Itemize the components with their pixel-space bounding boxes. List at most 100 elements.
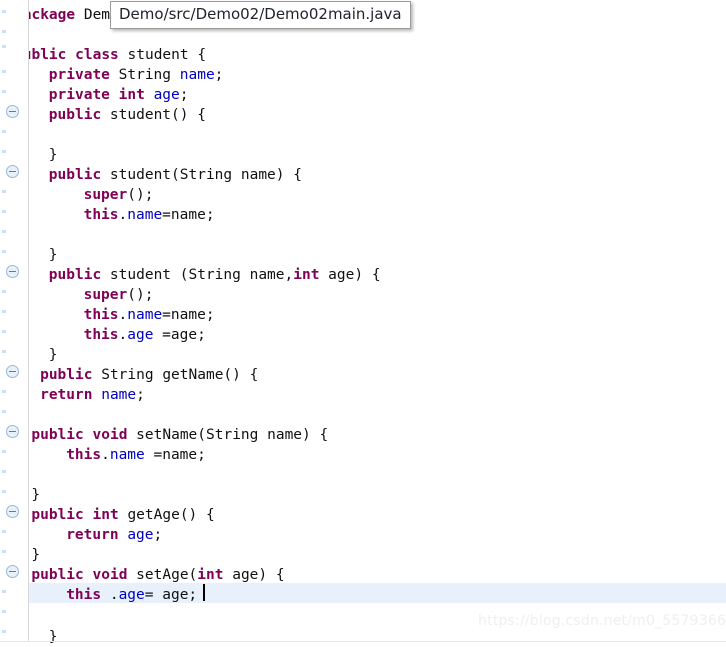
code-token-kw: public — [31, 567, 84, 583]
code-line[interactable]: public student() { — [49, 105, 206, 125]
gutter-annotation-tick — [2, 250, 6, 253]
code-line[interactable]: public student (String name,int age) { — [49, 265, 381, 285]
code-token-pln: . — [101, 447, 110, 463]
code-line[interactable]: this .age= age; — [66, 585, 197, 605]
code-token-kw: public — [48, 107, 102, 123]
code-line[interactable]: } — [49, 145, 58, 165]
code-token-kw: int — [197, 567, 224, 583]
code-token-fld: name — [179, 67, 215, 83]
editor-gutter[interactable] — [0, 0, 29, 642]
code-token-kw: void — [92, 427, 128, 443]
gutter-annotation-tick — [2, 310, 6, 313]
code-token-kw: public — [48, 167, 102, 183]
gutter-annotation-tick — [2, 630, 6, 633]
code-token-pln — [145, 87, 154, 103]
code-line[interactable]: } — [49, 627, 58, 647]
code-token-fld: age — [118, 587, 145, 603]
code-line[interactable]: return name; — [40, 385, 145, 405]
code-token-kw: this — [66, 587, 102, 603]
code-token-pln: setAge( — [127, 567, 198, 583]
code-line[interactable]: this.name=name; — [84, 305, 215, 325]
code-token-pln: ; — [214, 67, 224, 83]
code-token-pln: Dem — [75, 7, 111, 23]
code-token-pln: (); — [127, 187, 154, 203]
code-token-fld: age — [127, 327, 154, 343]
code-line[interactable]: private int age; — [49, 85, 189, 105]
code-line[interactable]: this.name =name; — [66, 445, 206, 465]
code-token-pln: student (String name, — [101, 267, 294, 283]
gutter-annotation-tick — [2, 130, 6, 133]
code-token-pln: student(String name) { — [101, 167, 302, 183]
code-fold-toggle-icon[interactable] — [6, 505, 19, 518]
code-token-pln: String getName() { — [92, 367, 259, 383]
code-token-pln: . — [118, 327, 128, 343]
gutter-annotation-tick — [2, 150, 6, 153]
code-line[interactable]: super(); — [84, 185, 154, 205]
code-fold-toggle-icon[interactable] — [6, 565, 19, 578]
code-token-kw: this — [83, 327, 119, 343]
code-line[interactable]: public student(String name) { — [49, 165, 302, 185]
code-token-pln: . — [118, 207, 128, 223]
code-token-pln: (); — [127, 287, 154, 303]
code-token-pln: getAge() { — [118, 507, 215, 523]
code-line[interactable]: this.age =age; — [84, 325, 206, 345]
gutter-annotation-tick — [2, 610, 6, 613]
code-line[interactable]: public void setAge(int age) { — [31, 565, 284, 585]
code-token-fld: name — [127, 307, 163, 323]
code-token-fld: name — [127, 207, 163, 223]
code-line[interactable]: public class student { — [14, 45, 206, 65]
code-token-fld: age — [153, 87, 180, 103]
code-fold-toggle-icon[interactable] — [6, 105, 19, 118]
code-line[interactable]: return age; — [66, 525, 162, 545]
code-token-kw: int — [92, 507, 119, 523]
code-token-pln: } — [31, 547, 41, 563]
code-token-pln — [66, 47, 75, 63]
code-token-kw: super — [83, 187, 128, 203]
code-line[interactable]: private String name; — [49, 65, 224, 85]
code-token-pln: . — [118, 307, 128, 323]
code-line[interactable]: super(); — [84, 285, 154, 305]
code-token-kw: class — [75, 47, 119, 63]
code-token-kw: public — [48, 267, 102, 283]
code-token-kw: public — [40, 367, 93, 383]
code-token-kw: int — [118, 87, 145, 103]
code-token-pln: ; — [136, 387, 145, 403]
gutter-annotation-tick — [2, 490, 6, 493]
code-token-pln — [119, 527, 128, 543]
code-line[interactable]: public int getAge() { — [31, 505, 214, 525]
code-line[interactable]: } — [31, 485, 40, 505]
gutter-annotation-tick — [2, 590, 6, 593]
code-line[interactable]: } — [49, 245, 58, 265]
code-line[interactable]: } — [31, 545, 40, 565]
gutter-annotation-tick — [2, 550, 6, 553]
code-editor[interactable]: package Dem public class student {private… — [0, 0, 726, 645]
gutter-annotation-tick — [2, 330, 6, 333]
file-path-tooltip: Demo/src/Demo02/Demo02main.java — [110, 1, 411, 29]
code-token-pln: =name; — [162, 307, 215, 323]
code-token-pln: =name; — [144, 447, 206, 463]
code-fold-toggle-icon[interactable] — [6, 365, 19, 378]
gutter-annotation-tick — [2, 30, 6, 33]
gutter-annotation-tick — [2, 530, 6, 533]
gutter-annotation-tick — [2, 450, 6, 453]
csdn-watermark: https://blog.csdn.net/m0_55793662 — [478, 613, 726, 629]
gutter-annotation-tick — [2, 10, 6, 13]
code-text-layer[interactable]: package Dem public class student {private… — [0, 0, 726, 645]
code-token-kw: void — [92, 567, 128, 583]
code-line[interactable]: this.name=name; — [84, 205, 215, 225]
code-line[interactable]: public void setName(String name) { — [31, 425, 328, 445]
code-fold-toggle-icon[interactable] — [6, 425, 19, 438]
code-token-pln: } — [31, 487, 41, 503]
code-token-pln: . — [101, 587, 119, 603]
code-token-kw: super — [83, 287, 128, 303]
code-fold-toggle-icon[interactable] — [6, 265, 19, 278]
code-token-fld: age — [127, 527, 154, 543]
code-token-pln: } — [48, 247, 58, 263]
gutter-annotation-tick — [2, 210, 6, 213]
code-line[interactable]: } — [49, 345, 58, 365]
gutter-annotation-tick — [2, 45, 6, 48]
code-fold-toggle-icon[interactable] — [6, 165, 19, 178]
code-token-pln — [110, 87, 119, 103]
gutter-annotation-tick — [2, 230, 6, 233]
code-line[interactable]: public String getName() { — [40, 365, 258, 385]
